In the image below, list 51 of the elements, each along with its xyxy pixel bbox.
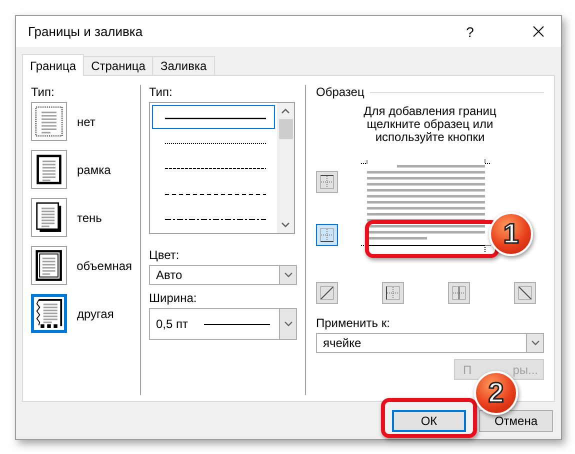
- caret-icon: [284, 272, 292, 278]
- width-dropdown[interactable]: 0,5 пт: [149, 308, 297, 340]
- setting-label: Тип:: [31, 85, 56, 99]
- scroll-bar[interactable]: [277, 103, 294, 233]
- instruction-text: Для добавления границ щелкните образец или используйте кнопки: [362, 105, 498, 144]
- scroll-up-icon[interactable]: [281, 108, 290, 114]
- tab[interactable]: Заливка: [152, 56, 215, 75]
- border-button[interactable]: [382, 282, 404, 304]
- color-dropdown[interactable]: Авто: [149, 265, 297, 285]
- cancel-button[interactable]: Отмена: [479, 410, 553, 432]
- border-setting-icon[interactable]: [31, 246, 67, 285]
- border-setting-icon[interactable]: [31, 198, 67, 237]
- caret-icon: [284, 321, 292, 327]
- border-icon: [319, 174, 335, 190]
- close-icon: [532, 26, 544, 37]
- border-icon: [319, 285, 335, 301]
- setting-option-label[interactable]: нет: [77, 114, 96, 128]
- setting-option-label[interactable]: рамка: [77, 162, 111, 176]
- caret-icon: [530, 340, 540, 346]
- setting-option-label[interactable]: другая: [77, 306, 114, 320]
- style-label: Тип:: [149, 85, 174, 99]
- color-label: Цвет:: [149, 248, 180, 262]
- border-icon: [451, 285, 467, 301]
- line-style-option[interactable]: [152, 105, 275, 130]
- line-sample-icon: [204, 322, 270, 326]
- tab[interactable]: Граница: [22, 54, 84, 76]
- apply-dropdown[interactable]: ячейке: [316, 333, 544, 353]
- border-icon: [319, 226, 335, 242]
- setting-option-label[interactable]: объемная: [76, 258, 132, 272]
- border-setting-icon[interactable]: [31, 102, 67, 141]
- border-setting-icon[interactable]: [31, 294, 67, 333]
- help-button[interactable]: ?: [447, 16, 493, 46]
- setting-option-label[interactable]: тень: [77, 210, 102, 224]
- tab[interactable]: Страница: [83, 56, 154, 75]
- scroll-thumb[interactable]: [278, 119, 292, 139]
- border-button[interactable]: [316, 224, 338, 246]
- style-list[interactable]: [149, 102, 295, 234]
- border-icon: [517, 285, 533, 301]
- border-button[interactable]: [514, 282, 536, 304]
- border-button[interactable]: [316, 282, 338, 304]
- window-title: Границы и заливка: [28, 24, 144, 39]
- preview-page-drawing[interactable]: [360, 159, 492, 253]
- width-label: Ширина:: [149, 291, 198, 305]
- border-button[interactable]: [448, 282, 470, 304]
- ok-button[interactable]: ОК: [392, 410, 466, 432]
- border-button[interactable]: [316, 171, 338, 193]
- border-icon: [385, 285, 401, 301]
- apply-label: Применить к:: [316, 316, 391, 330]
- group-title: Образец: [316, 85, 364, 99]
- border-setting-icon[interactable]: [31, 150, 67, 189]
- scroll-down-icon[interactable]: [281, 222, 290, 228]
